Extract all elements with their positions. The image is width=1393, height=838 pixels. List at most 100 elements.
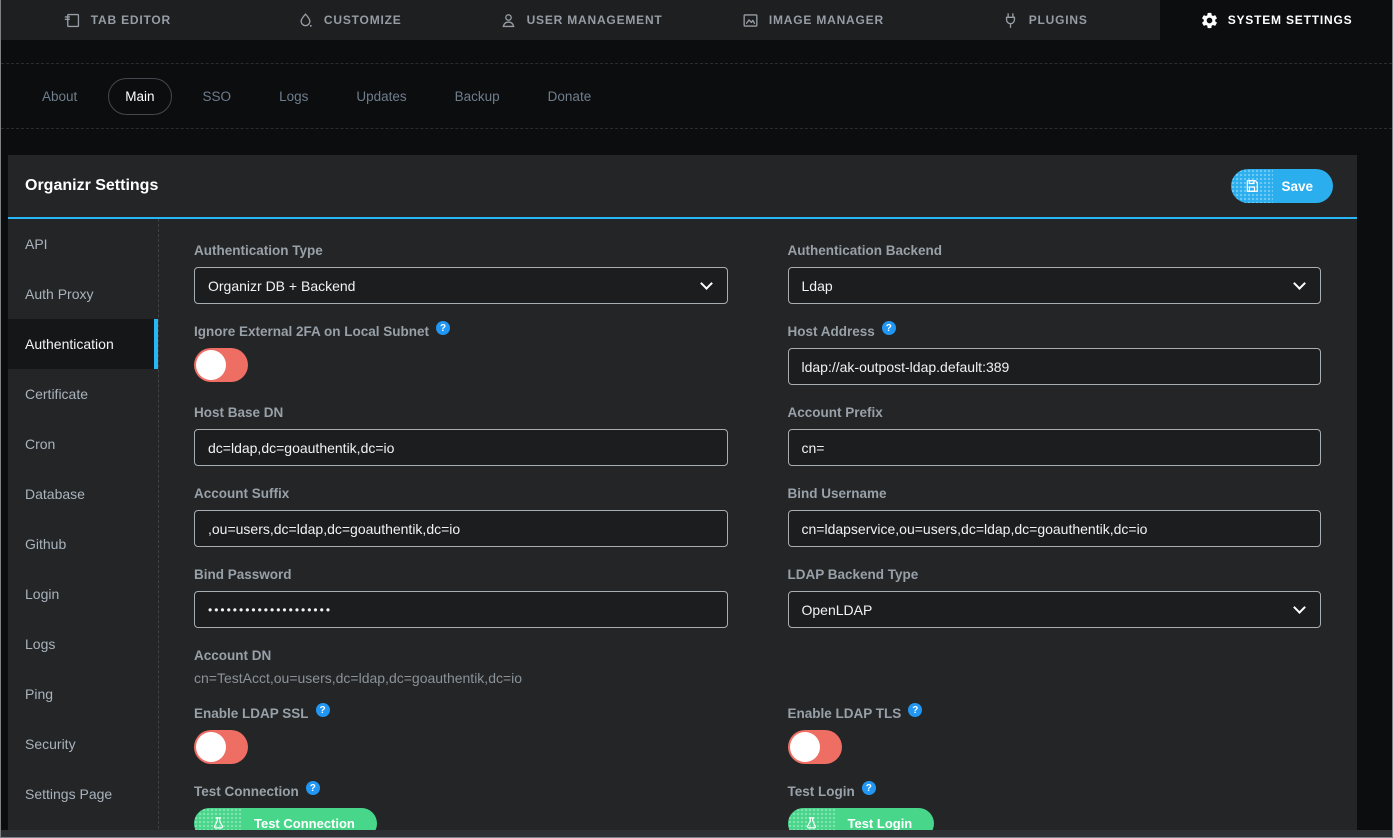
field-host-base-dn: Host Base DN (194, 405, 728, 466)
settings-sidebar: API Auth Proxy Authentication Certificat… (8, 219, 158, 838)
gear-icon (1200, 11, 1219, 30)
plug-icon (1001, 11, 1020, 30)
app-window: TAB EDITOR CUSTOMIZE USER MANAGEMENT IMA… (0, 0, 1393, 838)
field-account-suffix: Account Suffix (194, 486, 728, 547)
field-authentication-type: Authentication Type Organizr DB + Backen… (194, 243, 728, 304)
sidebar-item-settings-page[interactable]: Settings Page (8, 769, 158, 819)
settings-subnav: About Main SSO Logs Updates Backup Donat… (1, 63, 1392, 129)
subnav-item-about[interactable]: About (25, 78, 94, 115)
field-label: Test Login (788, 784, 855, 799)
sidebar-item-security[interactable]: Security (8, 719, 158, 769)
field-host-address: Host Address ? (788, 324, 1322, 385)
sidebar-item-logs[interactable]: Logs (8, 619, 158, 669)
field-label: Host Base DN (194, 405, 283, 420)
test-login-button-label: Test Login (848, 816, 913, 831)
account-suffix-input[interactable] (194, 510, 728, 547)
field-enable-ldap-ssl: Enable LDAP SSL ? (194, 706, 728, 764)
sidebar-item-api[interactable]: API (8, 219, 158, 269)
save-button[interactable]: Save (1231, 169, 1333, 203)
bind-password-input[interactable] (194, 591, 728, 628)
field-authentication-backend: Authentication Backend Ldap (788, 243, 1322, 304)
settings-panel: Organizr Settings Save API Auth Proxy Au… (8, 155, 1357, 838)
nav-tab-plugins[interactable]: PLUGINS (928, 0, 1160, 40)
host-address-input[interactable] (788, 348, 1322, 385)
help-icon[interactable]: ? (316, 703, 330, 717)
bind-username-input[interactable] (788, 510, 1322, 547)
help-icon[interactable]: ? (908, 703, 922, 717)
account-dn-value: cn=TestAcct,ou=users,dc=ldap,dc=goauthen… (194, 670, 728, 686)
authentication-backend-select[interactable]: Ldap (788, 267, 1322, 304)
field-label: Test Connection (194, 784, 299, 799)
sidebar-item-database[interactable]: Database (8, 469, 158, 519)
chevron-down-icon (1293, 601, 1306, 614)
host-base-dn-input[interactable] (194, 429, 728, 466)
field-account-prefix: Account Prefix (788, 405, 1322, 466)
nav-tab-customize[interactable]: CUSTOMIZE (233, 0, 465, 40)
nav-tab-label: PLUGINS (1029, 13, 1088, 27)
enable-ldap-ssl-toggle[interactable] (194, 730, 248, 764)
nav-tab-tab-editor[interactable]: TAB EDITOR (1, 0, 233, 40)
sidebar-item-login[interactable]: Login (8, 569, 158, 619)
account-prefix-input[interactable] (788, 429, 1322, 466)
field-label: Authentication Type (194, 243, 323, 258)
subnav-item-donate[interactable]: Donate (531, 78, 609, 115)
page-title: Organizr Settings (25, 177, 158, 195)
field-bind-password: Bind Password (194, 567, 728, 628)
image-icon (741, 11, 760, 30)
subnav-item-updates[interactable]: Updates (339, 78, 423, 115)
customize-icon (296, 11, 315, 30)
ldap-backend-type-select[interactable]: OpenLDAP (788, 591, 1322, 628)
panel-body: API Auth Proxy Authentication Certificat… (8, 219, 1357, 838)
sidebar-item-authentication[interactable]: Authentication (8, 319, 158, 369)
nav-tab-system-settings[interactable]: SYSTEM SETTINGS (1160, 0, 1392, 40)
page-bottom-strip (1, 830, 1392, 837)
toggle-knob (790, 732, 820, 762)
field-account-dn: Account DN cn=TestAcct,ou=users,dc=ldap,… (194, 648, 728, 686)
help-icon[interactable]: ? (882, 321, 896, 335)
subnav-item-sso[interactable]: SSO (186, 78, 249, 115)
enable-ldap-tls-toggle[interactable] (788, 730, 842, 764)
subnav-item-main[interactable]: Main (108, 78, 171, 115)
field-bind-username: Bind Username (788, 486, 1322, 547)
select-value: OpenLDAP (802, 602, 873, 618)
sidebar-item-github[interactable]: Github (8, 519, 158, 569)
sidebar-item-cron[interactable]: Cron (8, 419, 158, 469)
field-label: Enable LDAP TLS (788, 706, 902, 721)
subnav-item-backup[interactable]: Backup (438, 78, 517, 115)
field-label: LDAP Backend Type (788, 567, 919, 582)
nav-tab-image-manager[interactable]: IMAGE MANAGER (696, 0, 928, 40)
grid-spacer (788, 648, 1322, 686)
sidebar-item-certificate[interactable]: Certificate (8, 369, 158, 419)
select-value: Ldap (802, 278, 833, 294)
field-label: Authentication Backend (788, 243, 943, 258)
test-connection-button-label: Test Connection (254, 816, 355, 831)
nav-tab-label: TAB EDITOR (91, 13, 171, 27)
tab-editor-icon (63, 11, 82, 30)
subnav-item-logs[interactable]: Logs (262, 78, 325, 115)
top-nav: TAB EDITOR CUSTOMIZE USER MANAGEMENT IMA… (1, 0, 1392, 40)
sidebar-item-auth-proxy[interactable]: Auth Proxy (8, 269, 158, 319)
help-icon[interactable]: ? (862, 781, 876, 795)
chevron-down-icon (700, 277, 713, 290)
select-value: Organizr DB + Backend (208, 278, 355, 294)
authentication-type-select[interactable]: Organizr DB + Backend (194, 267, 728, 304)
field-enable-ldap-tls: Enable LDAP TLS ? (788, 706, 1322, 764)
ignore-2fa-toggle[interactable] (194, 348, 248, 382)
help-icon[interactable]: ? (306, 781, 320, 795)
field-label: Ignore External 2FA on Local Subnet (194, 324, 429, 339)
field-label: Account Suffix (194, 486, 289, 501)
help-icon[interactable]: ? (436, 321, 450, 335)
nav-tab-label: IMAGE MANAGER (769, 13, 884, 27)
toggle-knob (196, 732, 226, 762)
nav-tab-label: CUSTOMIZE (324, 13, 402, 27)
nav-tab-user-management[interactable]: USER MANAGEMENT (465, 0, 697, 40)
panel-header: Organizr Settings Save (8, 155, 1357, 219)
floppy-icon (1231, 169, 1273, 203)
user-icon (499, 11, 518, 30)
chevron-down-icon (1293, 277, 1306, 290)
nav-tab-label: USER MANAGEMENT (527, 13, 663, 27)
field-label: Enable LDAP SSL (194, 706, 309, 721)
field-label: Account Prefix (788, 405, 883, 420)
toggle-knob (196, 350, 226, 380)
sidebar-item-ping[interactable]: Ping (8, 669, 158, 719)
